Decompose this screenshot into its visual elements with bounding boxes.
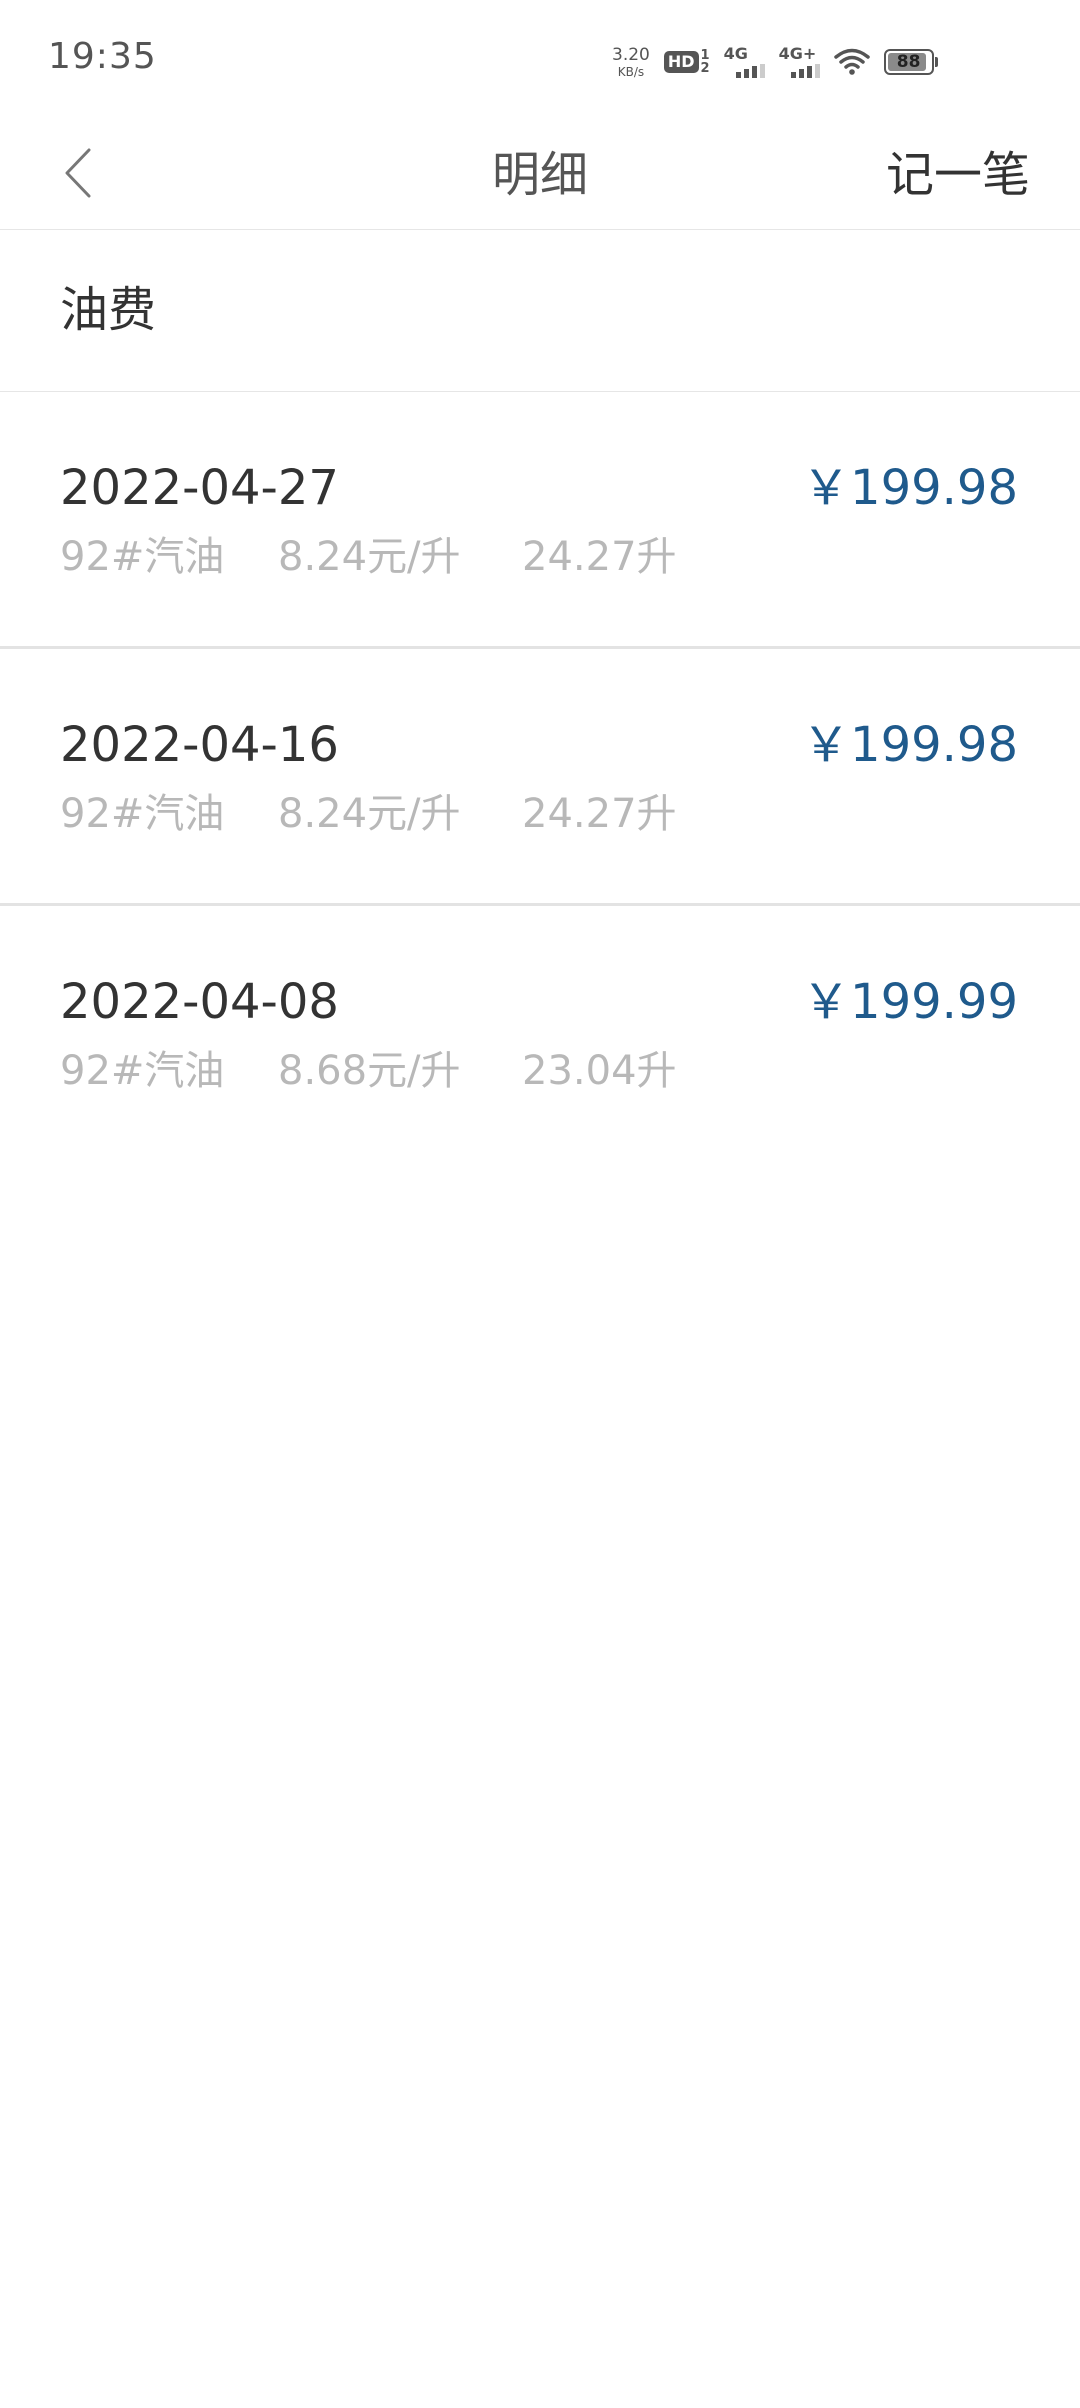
record-date: 2022-04-08	[60, 974, 339, 1030]
record-unit-price: 8.24元/升	[278, 534, 461, 580]
record-volume: 24.27升	[522, 534, 677, 580]
category-title: 油费	[60, 282, 157, 338]
record-row[interactable]: 2022-04-16 ￥199.98 92#汽油 8.24元/升 24.27升	[0, 649, 1080, 906]
network-speed-unit: KB/s	[617, 64, 645, 79]
record-details: 92#汽油 8.24元/升 24.27升	[60, 789, 677, 839]
signal-1-label: 4G	[723, 44, 748, 63]
battery-level: 88	[896, 51, 921, 72]
record-row[interactable]: 2022-04-27 ￥199.98 92#汽油 8.24元/升 24.27升	[0, 392, 1080, 649]
record-details: 92#汽油 8.68元/升 23.04升	[60, 1046, 677, 1096]
record-fuel-type: 92#汽油	[60, 534, 225, 580]
record-amount: ￥199.98	[802, 717, 1018, 773]
nav-bar: 明细 记一笔	[0, 120, 1080, 230]
hd-label: HD	[663, 51, 699, 73]
record-date: 2022-04-27	[60, 460, 339, 516]
category-header: 油费	[0, 230, 1080, 392]
status-bar: 19:35 3.20 KB/s HD 1 2 4G 4G+ 88	[0, 0, 1080, 120]
record-date: 2022-04-16	[60, 717, 339, 773]
record-amount: ￥199.99	[802, 974, 1018, 1030]
record-row[interactable]: 2022-04-08 ￥199.99 92#汽油 8.68元/升 23.04升	[0, 906, 1080, 1163]
hd-sub-bottom: 2	[700, 61, 710, 76]
record-volume: 23.04升	[522, 1048, 677, 1094]
status-icons: 3.20 KB/s HD 1 2 4G 4G+ 88	[612, 38, 938, 86]
add-record-button[interactable]: 记一笔	[886, 140, 1030, 210]
record-fuel-type: 92#汽油	[60, 1048, 225, 1094]
hd-voice-icon: HD 1 2	[663, 49, 710, 76]
record-fuel-type: 92#汽油	[60, 791, 225, 837]
cellular-signal-1-icon: 4G	[724, 46, 765, 78]
record-volume: 24.27升	[522, 791, 677, 837]
network-speed-indicator: 3.20 KB/s	[612, 44, 650, 79]
cellular-signal-2-icon: 4G+	[779, 46, 820, 78]
record-list: 2022-04-27 ￥199.98 92#汽油 8.24元/升 24.27升 …	[0, 392, 1080, 1163]
battery-icon: 88	[883, 49, 938, 75]
record-details: 92#汽油 8.24元/升 24.27升	[60, 532, 677, 582]
status-time: 19:35	[48, 36, 157, 77]
network-speed-value: 3.20	[612, 44, 650, 65]
record-amount: ￥199.98	[802, 460, 1018, 516]
signal-2-label: 4G+	[778, 44, 817, 63]
record-unit-price: 8.24元/升	[278, 791, 461, 837]
record-unit-price: 8.68元/升	[278, 1048, 461, 1094]
wifi-icon	[833, 48, 870, 76]
